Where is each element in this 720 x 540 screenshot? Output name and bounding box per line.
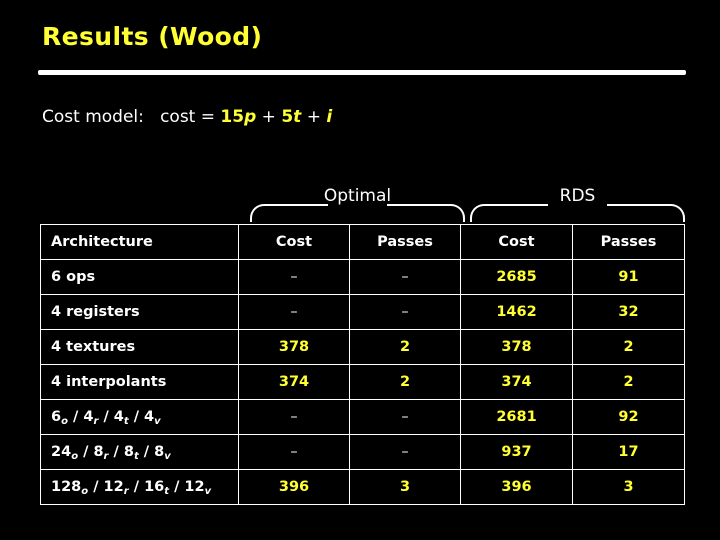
cell-optimal-cost: – <box>238 399 350 435</box>
cost-model-term2-variable: t <box>293 107 302 127</box>
cell-rds-passes: 91 <box>572 259 685 295</box>
cost-model-lhs: cost <box>160 107 196 127</box>
table-row: 4 registers – –1462 32 <box>40 294 685 330</box>
cell-optimal-cost: 396 <box>238 469 350 505</box>
cell-optimal-passes: – <box>349 259 461 295</box>
cell-architecture: 24o / 8r / 8t / 8v <box>40 434 239 470</box>
group-header-rds: RDS <box>470 186 685 222</box>
cell-optimal-cost: 378 <box>238 329 350 365</box>
table-row: 4 textures 378 2 378 2 <box>40 329 685 365</box>
cell-rds-passes: 32 <box>572 294 685 330</box>
cell-architecture: 4 interpolants <box>40 364 239 400</box>
brace-right-rds <box>607 204 685 222</box>
brace-left-rds <box>470 204 548 222</box>
cost-model-plus-1: + <box>261 107 276 127</box>
cell-optimal-passes: 2 <box>349 364 461 400</box>
cell-optimal-cost: 374 <box>238 364 350 400</box>
cost-model-plus-2: + <box>306 107 321 127</box>
brace-right-optimal <box>387 204 465 222</box>
cost-model-line: Cost model: cost = 15p + 5t + i <box>42 107 332 127</box>
cell-rds-passes: 2 <box>572 329 685 365</box>
table-header-row: Architecture Cost Passes Cost Passes <box>40 224 685 260</box>
cell-rds-cost: 1462 <box>460 294 573 330</box>
cell-rds-cost: 2681 <box>460 399 573 435</box>
page-title: Results (Wood) <box>42 22 263 51</box>
cell-rds-passes: 17 <box>572 434 685 470</box>
title-divider <box>38 70 686 75</box>
cell-optimal-cost: – <box>238 259 350 295</box>
results-table: Architecture Cost Passes Cost Passes 6 o… <box>40 224 685 505</box>
table-row: 4 interpolants 374 2 374 2 <box>40 364 685 400</box>
cell-architecture: 6 ops <box>40 259 239 295</box>
cell-architecture: 4 registers <box>40 294 239 330</box>
column-header-rds-cost: Cost <box>460 224 573 260</box>
cost-model-equals: = <box>200 107 216 127</box>
table-row: 24o / 8r / 8t / 8v – –937 17 <box>40 434 685 470</box>
table-row: 6 ops – –2685 91 <box>40 259 685 295</box>
cell-rds-cost: 378 <box>460 329 573 365</box>
cell-rds-passes: 2 <box>572 364 685 400</box>
cell-rds-cost: 937 <box>460 434 573 470</box>
table-row: 6o / 4r / 4t / 4v – –2681 92 <box>40 399 685 435</box>
column-header-optimal-cost: Cost <box>238 224 350 260</box>
cell-optimal-passes: 3 <box>349 469 461 505</box>
cell-rds-cost: 396 <box>460 469 573 505</box>
cost-model-term1-variable: p <box>244 107 257 127</box>
group-label-optimal: Optimal <box>323 186 392 206</box>
column-header-architecture: Architecture <box>40 224 239 260</box>
cell-optimal-passes: 2 <box>349 329 461 365</box>
group-label-rds: RDS <box>559 186 596 206</box>
cell-architecture: 4 textures <box>40 329 239 365</box>
cell-optimal-cost: – <box>238 434 350 470</box>
cell-rds-cost: 2685 <box>460 259 573 295</box>
column-header-rds-passes: Passes <box>572 224 685 260</box>
cell-rds-cost: 374 <box>460 364 573 400</box>
cell-optimal-passes: – <box>349 434 461 470</box>
cell-optimal-cost: – <box>238 294 350 330</box>
cost-model-term3-variable: i <box>326 107 333 127</box>
cost-model-label: Cost model: <box>42 107 144 127</box>
brace-left-optimal <box>250 204 328 222</box>
group-header-optimal: Optimal <box>250 186 465 222</box>
cell-optimal-passes: – <box>349 399 461 435</box>
cost-model-term2-coefficient: 5 <box>281 107 294 127</box>
cell-architecture: 6o / 4r / 4t / 4v <box>40 399 239 435</box>
table-row: 128o / 12r / 16t / 12v 396 3 396 3 <box>40 469 685 505</box>
column-header-optimal-passes: Passes <box>349 224 461 260</box>
cost-model-term1-coefficient: 15 <box>220 107 245 127</box>
cell-rds-passes: 92 <box>572 399 685 435</box>
cell-rds-passes: 3 <box>572 469 685 505</box>
cell-optimal-passes: – <box>349 294 461 330</box>
cell-architecture: 128o / 12r / 16t / 12v <box>40 469 239 505</box>
